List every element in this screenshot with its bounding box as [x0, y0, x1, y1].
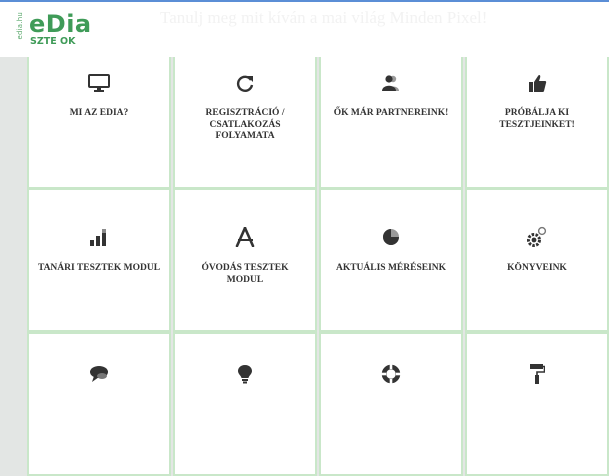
tile-label: KÖNYVEINK	[507, 263, 567, 273]
tile-label: AKTUÁLIS MÉRÉSEINK	[335, 263, 447, 273]
tile-mi-az-edia[interactable]: MI AZ EDIA?	[27, 45, 171, 189]
gears-icon	[467, 225, 607, 249]
tile-tanari-tesztek[interactable]: TANÁRI TESZTEK MODUL	[27, 188, 171, 332]
tile-grid: MI AZ EDIA? REGISZTRÁCIÓ / CSATLAKOZÁS F…	[0, 0, 609, 476]
drafting-compass-icon	[175, 225, 315, 249]
tile-ovodas-tesztek[interactable]: ÓVODÁS TESZTEK MODUL	[173, 188, 317, 332]
tile-row3-1[interactable]	[27, 332, 171, 476]
tile-label: TANÁRI TESZTEK MODUL	[37, 263, 161, 273]
header-tagline: Tanulj meg mit kíván a mai világ Minden …	[160, 8, 488, 27]
tile-regisztracio[interactable]: REGISZTRÁCIÓ / CSATLAKOZÁS FOLYAMATA	[173, 45, 317, 189]
logo-side-text: edia.hu	[16, 12, 24, 40]
tile-label: PRÓBÁLJA KI TESZTJEINKET!	[499, 108, 575, 130]
header-bar: edia.hu eDia SZTE OK Tanulj meg mit kívá…	[0, 0, 609, 57]
tile-partnereink[interactable]: ŐK MÁR PARTNEREINK!	[319, 45, 463, 189]
tile-row3-3[interactable]	[319, 332, 463, 476]
pie-chart-icon	[321, 225, 461, 249]
refresh-icon	[175, 71, 315, 95]
tile-label: ÓVODÁS TESZTEK MODUL	[201, 263, 289, 285]
logo-name: eDia	[29, 10, 92, 38]
tile-row3-4[interactable]	[465, 332, 609, 476]
tile-label: REGISZTRÁCIÓ / CSATLAKOZÁS FOLYAMATA	[205, 108, 285, 141]
tile-label: ŐK MÁR PARTNEREINK!	[333, 108, 449, 118]
tile-label: MI AZ EDIA?	[69, 108, 129, 118]
lifebuoy-icon	[321, 362, 461, 386]
thumbs-up-icon	[467, 71, 607, 95]
logo-subtitle: SZTE OK	[30, 36, 76, 47]
signal-bars-icon	[29, 225, 169, 249]
lightbulb-icon	[175, 362, 315, 386]
paint-roller-icon	[467, 362, 607, 386]
users-icon	[321, 71, 461, 95]
monitor-icon	[29, 71, 169, 95]
tile-probalja-ki[interactable]: PRÓBÁLJA KI TESZTJEINKET!	[465, 45, 609, 189]
speech-bubble-icon	[29, 362, 169, 386]
tile-row3-2[interactable]	[173, 332, 317, 476]
tile-konyveink[interactable]: KÖNYVEINK	[465, 188, 609, 332]
tile-aktualis-meresek[interactable]: AKTUÁLIS MÉRÉSEINK	[319, 188, 463, 332]
